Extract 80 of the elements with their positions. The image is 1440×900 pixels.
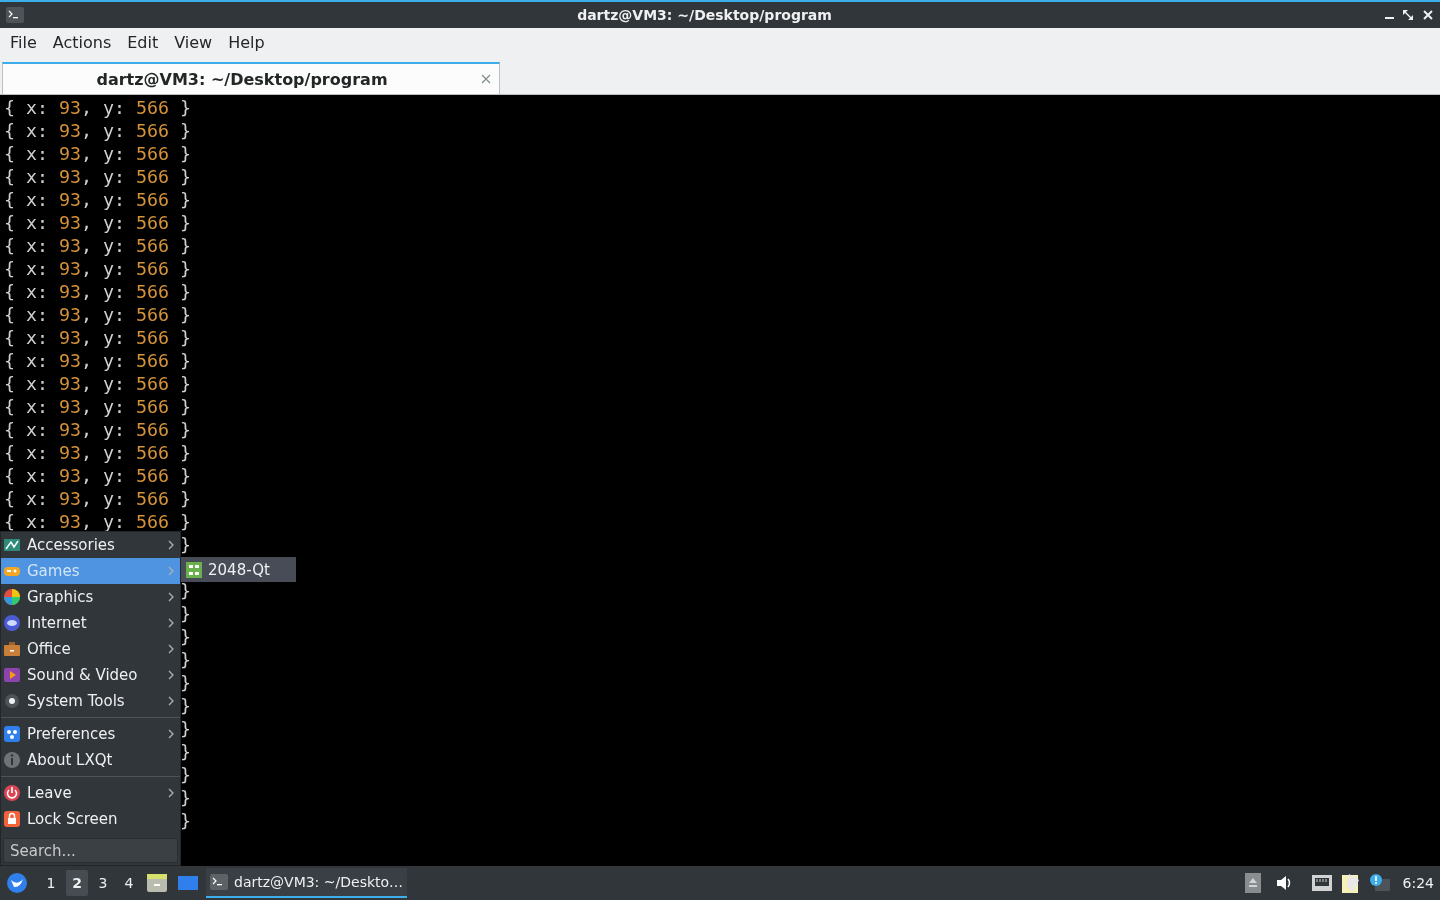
output-line: } [180, 763, 192, 786]
output-line: { x: 93, y: 566 } [4, 234, 192, 257]
terminal-icon [210, 874, 228, 890]
restore-icon [1402, 9, 1414, 21]
bird-logo-icon [6, 872, 28, 894]
speaker-icon [1274, 874, 1293, 892]
desktop-switch[interactable]: 4 [118, 870, 140, 896]
network-icon [1310, 874, 1333, 892]
lock-icon [3, 810, 21, 828]
globe-icon [3, 614, 21, 632]
eject-icon [1244, 873, 1261, 893]
output-line: { x: 93, y: 566 } [4, 142, 192, 165]
menu-item[interactable]: Help [220, 28, 273, 58]
clock[interactable]: 6:24 [1402, 875, 1434, 891]
media-icon [3, 666, 21, 684]
close-icon [1422, 9, 1434, 21]
gear-icon [3, 692, 21, 710]
menu-item[interactable]: Graphics [1, 584, 180, 610]
menu-item[interactable]: File [2, 28, 45, 58]
output-line: { x: 93, y: 566 } [4, 326, 192, 349]
output-line: } [180, 694, 192, 717]
output-line: { x: 93, y: 566 } [4, 165, 192, 188]
notification-icon [1368, 873, 1391, 893]
file-cabinet-icon [146, 873, 168, 893]
output-line: { x: 93, y: 566 } [4, 487, 192, 510]
menu-item[interactable]: Edit [119, 28, 167, 58]
output-line: { x: 93, y: 566 } [4, 119, 192, 142]
output-line: { x: 93, y: 566 } [4, 464, 192, 487]
desktop-switch[interactable]: 1 [40, 870, 62, 896]
output-line: { x: 93, y: 566 } [4, 441, 192, 464]
settings-icon [3, 725, 21, 743]
search-field[interactable]: Search... [3, 838, 178, 863]
output-line: } [180, 533, 192, 556]
output-line: } [180, 740, 192, 763]
menu-item[interactable]: Lock Screen [1, 806, 180, 832]
output-line: { x: 93, y: 566 } [4, 349, 192, 372]
menu-item[interactable]: Preferences [1, 721, 180, 747]
output-line: { x: 93, y: 566 } [4, 257, 192, 280]
output-line: } [180, 602, 192, 625]
terminal-icon [6, 7, 24, 23]
menu-item[interactable]: View [166, 28, 221, 58]
output-line: } [180, 717, 192, 740]
menu-item[interactable]: About LXQt [1, 747, 180, 773]
output-line: { x: 93, y: 566 } [4, 96, 192, 119]
info-icon [3, 751, 21, 769]
power-icon [3, 784, 21, 802]
drawing-icon [3, 536, 21, 554]
output-line: } [180, 648, 192, 671]
menu-item[interactable]: Office [1, 636, 180, 662]
output-line: { x: 93, y: 566 } [4, 280, 192, 303]
window-title: dartz@VM3: ~/Desktop/program [576, 7, 833, 23]
color-wheel-icon [3, 588, 21, 606]
menu-item[interactable]: System Tools [1, 688, 180, 714]
game-tile-icon [186, 561, 202, 578]
output-line: { x: 93, y: 566 } [4, 211, 192, 234]
clipboard-icon [1340, 872, 1361, 894]
desktop-switch[interactable]: 2 [66, 870, 88, 896]
output-line: { x: 93, y: 566 } [4, 188, 192, 211]
close-icon [481, 74, 491, 84]
menu-item[interactable]: Accessories [1, 532, 180, 558]
menu-item[interactable]: Sound & Video [1, 662, 180, 688]
menu-item[interactable]: Internet [1, 610, 180, 636]
menu-item[interactable]: 2048-Qt [181, 557, 296, 582]
output-line: { x: 93, y: 566 } [4, 372, 192, 395]
output-line: { x: 93, y: 566 } [4, 395, 192, 418]
output-line: } [180, 671, 192, 694]
output-line: { x: 93, y: 566 } [4, 303, 192, 326]
minimize-icon[interactable] [1385, 17, 1394, 19]
output-line: } [180, 786, 192, 809]
desktop-switch[interactable]: 3 [92, 870, 114, 896]
menu-item[interactable]: Actions [44, 28, 120, 58]
output-line: } [180, 625, 192, 648]
output-line: } [180, 809, 192, 832]
output-line: } [180, 579, 192, 602]
briefcase-icon [3, 640, 21, 658]
output-line: { x: 93, y: 566 } [4, 418, 192, 441]
desktop-icon [178, 874, 198, 892]
task-button[interactable]: dartz@VM3: ~/Deskto… [206, 868, 408, 898]
tab[interactable]: dartz@VM3: ~/Desktop/program [2, 62, 500, 94]
menu-item[interactable]: Leave [1, 780, 180, 806]
